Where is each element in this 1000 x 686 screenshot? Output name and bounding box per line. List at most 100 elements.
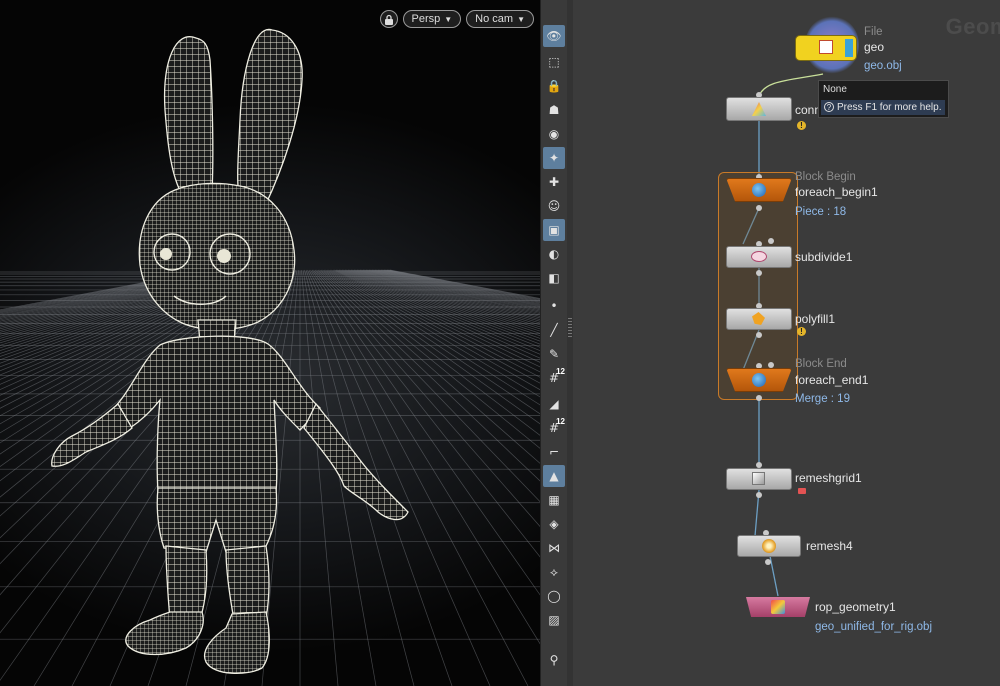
light-icon: ✦ — [548, 151, 560, 165]
block-begin-extra-connector[interactable] — [768, 238, 774, 244]
rop-geometry-icon — [771, 600, 785, 614]
plane-icon: ◢ — [549, 397, 559, 411]
camera-select-label: No cam — [475, 13, 514, 25]
pin-toggle[interactable]: ⚲ — [543, 649, 565, 671]
prim-number-toggle[interactable]: #12 — [543, 417, 565, 439]
view-icon: 👁 — [546, 29, 562, 43]
corner-icon: ⌐ — [548, 445, 560, 459]
line-toggle[interactable]: ╱ — [543, 319, 565, 341]
node-info-label: Merge : 19 — [795, 393, 850, 405]
circle-toggle[interactable]: ◯ — [543, 585, 565, 607]
image-toggle[interactable]: ▨ — [543, 609, 565, 631]
node-name-label[interactable]: rop_geometry1 — [815, 600, 896, 614]
output-connector[interactable] — [756, 395, 762, 401]
remeshgrid-icon — [752, 472, 765, 485]
snapshot-toggle[interactable]: ◧ — [543, 267, 565, 289]
line-icon: ╱ — [550, 323, 558, 337]
node-name-label[interactable]: remesh4 — [806, 539, 853, 553]
node-name-label[interactable]: polyfill1 — [795, 312, 835, 326]
view-toggle[interactable]: 👁 — [543, 25, 565, 47]
lock-toggle[interactable]: 🔒 — [543, 75, 565, 97]
selection-icon: ⬚ — [548, 55, 560, 69]
camera-mode-dropdown[interactable]: Persp ▼ — [402, 10, 462, 28]
visibility-icon: ◐ — [548, 247, 560, 261]
node-info-label: Piece : 18 — [795, 206, 847, 218]
block-begin-icon — [752, 183, 766, 197]
lock-camera-button[interactable] — [379, 10, 398, 28]
output-connector[interactable] — [756, 205, 762, 211]
point-toggle[interactable]: • — [543, 295, 565, 317]
point-number-toggle[interactable]: #12 — [543, 367, 565, 389]
selection-toggle[interactable]: ⬚ — [543, 51, 565, 73]
lock-icon: 🔒 — [546, 79, 562, 93]
node-name-label[interactable]: foreach_begin1 — [795, 185, 878, 199]
node-tooltip: None ? Press F1 for more help. — [818, 80, 949, 118]
light-toggle[interactable]: ✦ — [543, 147, 565, 169]
network-editor[interactable]: Geom File geo geo.obj conn ! None — [573, 0, 1000, 686]
help-icon: ? — [824, 102, 834, 112]
splitter-grip-icon[interactable] — [568, 318, 572, 338]
node-info-label: geo_unified_for_rig.obj — [815, 621, 933, 633]
output-connector[interactable] — [756, 332, 762, 338]
camera-mode-label: Persp — [411, 13, 441, 25]
camera-select-dropdown[interactable]: No cam ▼ — [466, 10, 534, 28]
shading-toggle[interactable]: ▲ — [543, 465, 565, 487]
image-icon: ▨ — [548, 613, 560, 627]
hierarchy-toggle[interactable]: ⟡ — [543, 561, 565, 583]
block-end-extra-connector[interactable] — [768, 362, 774, 368]
output-connector[interactable] — [756, 492, 762, 498]
output-connector[interactable] — [756, 270, 762, 276]
bunny-wireframe-model[interactable] — [0, 0, 540, 686]
caret-down-icon: ▼ — [517, 14, 525, 24]
texture-icon: ▦ — [548, 493, 560, 507]
add-object-icon: ☺ — [547, 199, 561, 213]
subdivide-icon — [751, 251, 767, 262]
tooltip-title: None — [823, 84, 847, 95]
texture-toggle[interactable]: ▦ — [543, 489, 565, 511]
bone-icon: ⋈ — [548, 541, 560, 555]
add-light-toggle[interactable]: ✚ — [543, 171, 565, 193]
visibility-toggle[interactable]: ◐ — [543, 243, 565, 265]
pin-icon: ⚲ — [549, 653, 559, 667]
node-display-flag[interactable] — [845, 39, 853, 57]
display-icon: ◉ — [548, 127, 560, 141]
camera-toggle[interactable]: ▣ — [543, 219, 565, 241]
3d-viewport[interactable]: Persp ▼ No cam ▼ — [0, 0, 540, 686]
block-end-icon — [752, 373, 766, 387]
lock-icon — [384, 14, 393, 25]
node-name-label[interactable]: geo — [864, 40, 884, 54]
flat-shade-icon: ◈ — [549, 517, 559, 531]
add-object-toggle[interactable]: ☺ — [543, 195, 565, 217]
brush-icon: ✎ — [548, 347, 560, 361]
warning-icon[interactable]: ! — [797, 121, 806, 130]
tooltip-help-text: Press F1 for more help. — [837, 102, 942, 113]
output-connector[interactable] — [765, 559, 771, 565]
ghost-icon: ☗ — [548, 103, 560, 117]
plane-toggle[interactable]: ◢ — [543, 393, 565, 415]
brush-toggle[interactable]: ✎ — [543, 343, 565, 365]
node-info-label: geo.obj — [864, 60, 902, 72]
shading-icon: ▲ — [549, 469, 559, 483]
caret-down-icon: ▼ — [444, 14, 453, 24]
node-name-label[interactable]: subdivide1 — [795, 250, 852, 264]
badge-number: 12 — [556, 367, 565, 376]
display-toggle[interactable]: ◉ — [543, 123, 565, 145]
node-name-label[interactable]: foreach_end1 — [795, 373, 868, 387]
flat-shade-toggle[interactable]: ◈ — [543, 513, 565, 535]
node-name-label[interactable]: remeshgrid1 — [795, 471, 862, 485]
warning-icon[interactable]: ! — [797, 327, 806, 336]
bone-toggle[interactable]: ⋈ — [543, 537, 565, 559]
remesh-icon — [762, 539, 776, 553]
display-options-toolbar: 👁 ⬚ 🔒 ☗ ◉ ✦ ✚ ☺ ▣ ◐ ◧ • ╱ ✎ #12 ◢ #12 ⌐ ▲ ▦ ◈ ⋈ ⟡ ◯ ▨ ⚲ — [540, 0, 568, 686]
ghost-toggle[interactable]: ☗ — [543, 99, 565, 121]
badge-number: 12 — [556, 417, 565, 426]
hierarchy-icon: ⟡ — [550, 565, 558, 579]
snapshot-icon: ◧ — [548, 271, 560, 285]
file-icon — [819, 40, 833, 54]
point-icon: • — [550, 299, 558, 313]
camera-icon: ▣ — [548, 223, 560, 237]
tooltip-help-line: ? Press F1 for more help. — [821, 100, 945, 115]
circle-icon: ◯ — [547, 589, 561, 603]
corner-toggle[interactable]: ⌐ — [543, 441, 565, 463]
lock-icon[interactable] — [798, 488, 806, 494]
